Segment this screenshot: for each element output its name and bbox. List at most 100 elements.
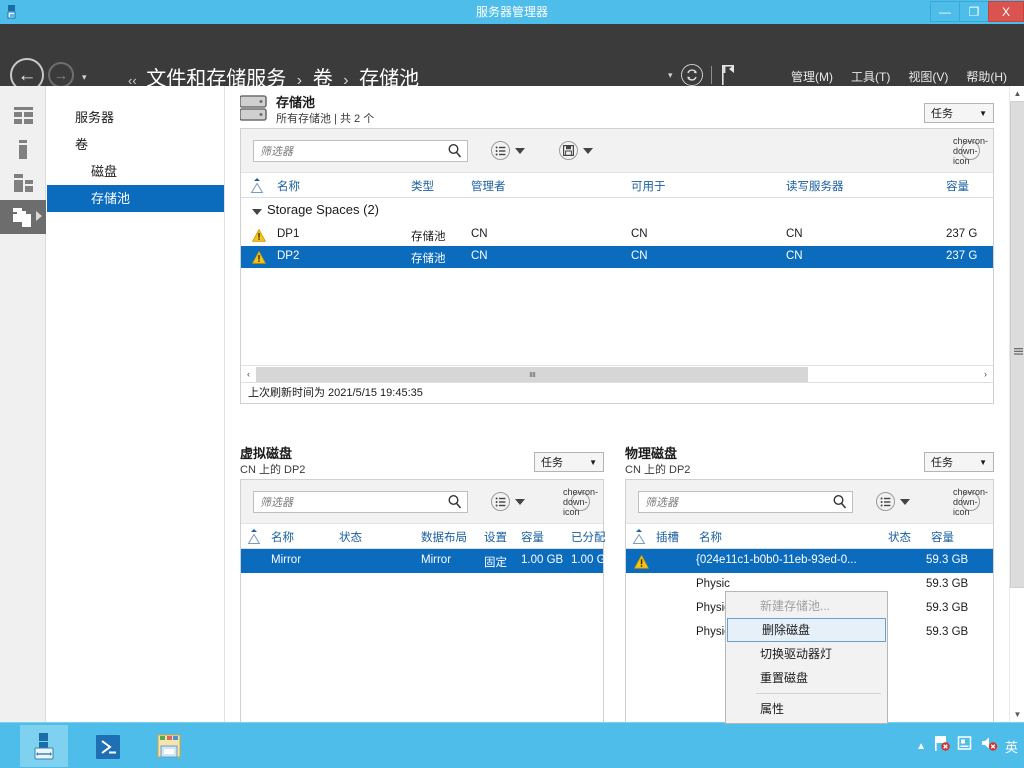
- col-vdisk-status[interactable]: 状态: [339, 529, 362, 545]
- col-vdisk-provisioning[interactable]: 设置: [484, 529, 507, 545]
- vdisk-view-caret-icon[interactable]: [515, 498, 525, 505]
- list-view-icon[interactable]: [491, 141, 510, 160]
- pools-view-caret-icon[interactable]: [515, 147, 525, 154]
- pools-table-header: 名称 类型 管理者 可用于 读写服务器 容量: [241, 173, 993, 198]
- col-pool-rw-server[interactable]: 读写服务器: [786, 178, 844, 194]
- save-query-icon[interactable]: [559, 141, 578, 160]
- pools-status-line: 上次刷新时间为 2021/5/15 19:45:35: [241, 382, 993, 403]
- warning-icon: [633, 554, 650, 569]
- forward-button[interactable]: →: [48, 62, 74, 88]
- cell-pool-rw-server: CN: [786, 228, 803, 240]
- context-menu-item-toggle-drive-light[interactable]: 切换驱动器灯: [726, 642, 887, 666]
- warning-sort-icon[interactable]: [250, 178, 264, 193]
- scroll-down-icon[interactable]: ▼: [1010, 707, 1024, 722]
- vdisk-collapse-icon[interactable]: chevron-down-icon: [563, 487, 598, 517]
- cell-vdisk-capacity: 1.00 GB: [521, 554, 564, 566]
- pools-tasks-label: 任务: [931, 108, 953, 120]
- pdisk-view-caret-icon[interactable]: [900, 498, 910, 505]
- col-pdisk-name[interactable]: 名称: [699, 529, 722, 545]
- history-dropdown-icon[interactable]: ▾: [82, 72, 87, 83]
- pdisk-tasks-button[interactable]: 任务 ▼: [924, 452, 994, 472]
- pools-save-caret-icon[interactable]: [583, 147, 593, 154]
- list-view-icon[interactable]: [491, 492, 510, 511]
- col-vdisk-name[interactable]: 名称: [271, 529, 294, 545]
- warning-sort-icon[interactable]: [632, 529, 646, 544]
- search-icon[interactable]: [446, 142, 464, 160]
- pdisk-collapse-icon[interactable]: chevron-down-icon: [953, 487, 988, 517]
- close-button[interactable]: X: [988, 1, 1024, 22]
- col-pdisk-slot[interactable]: 插槽: [656, 529, 679, 545]
- pools-group-row[interactable]: Storage Spaces (2): [241, 198, 993, 224]
- pools-horizontal-scrollbar[interactable]: ‹ ıııı ›: [241, 365, 993, 382]
- tray-expand-icon[interactable]: ▲: [916, 741, 926, 752]
- local-server-icon: [19, 139, 27, 159]
- warning-icon: [251, 228, 267, 242]
- flag-icon[interactable]: [720, 64, 738, 86]
- pdisk-filter-input[interactable]: 筛选器: [638, 491, 853, 513]
- volume-muted-icon[interactable]: [980, 735, 998, 757]
- pools-tasks-button[interactable]: 任务 ▼: [924, 103, 994, 123]
- col-pdisk-capacity[interactable]: 容量: [931, 529, 954, 545]
- scroll-thumb[interactable]: [1010, 101, 1024, 588]
- context-menu-item-reset-disk[interactable]: 重置磁盘: [726, 666, 887, 690]
- table-row[interactable]: DP1 存储池 CN CN CN 237 G: [241, 224, 993, 246]
- col-vdisk-allocated[interactable]: 已分配: [571, 529, 606, 545]
- pdisk-filter-bar: 筛选器 chevron-down-icon: [626, 480, 993, 524]
- search-icon[interactable]: [446, 493, 464, 511]
- network-error-icon[interactable]: [933, 735, 950, 757]
- ime-indicator[interactable]: 英: [1005, 737, 1018, 756]
- context-menu-item-remove-disk[interactable]: 删除磁盘: [727, 618, 886, 642]
- minimize-button[interactable]: —: [930, 1, 960, 22]
- vdisk-filter-input[interactable]: 筛选器: [253, 491, 468, 513]
- rail-item-dashboard[interactable]: [0, 98, 46, 132]
- sidebar-item-disks[interactable]: 磁盘: [47, 158, 224, 185]
- col-pool-manager[interactable]: 管理者: [471, 178, 506, 194]
- scroll-up-icon[interactable]: ▲: [1010, 86, 1024, 101]
- scroll-right-icon[interactable]: ›: [978, 367, 993, 382]
- navigation-bar: ← → ▾ ‹‹ 文件和存储服务 › 卷 › 存储池 ▾ 管理(M) 工具(T)…: [0, 24, 1024, 92]
- pools-filter-input[interactable]: 筛选器: [253, 140, 468, 162]
- file-storage-services-icon: [12, 207, 31, 227]
- list-view-icon[interactable]: [876, 492, 895, 511]
- scroll-track[interactable]: ıııı: [256, 366, 978, 382]
- server-manager-taskbar-icon: [34, 733, 54, 760]
- nav-caret-icon[interactable]: ▾: [668, 70, 673, 81]
- table-row[interactable]: {024e11c1-b0b0-11eb-93ed-0... 59.3 GB: [626, 549, 993, 573]
- refresh-icon[interactable]: [680, 64, 703, 86]
- col-pool-name[interactable]: 名称: [277, 178, 300, 194]
- taskbar: ▲ 英: [0, 722, 1024, 768]
- pools-collapse-icon[interactable]: chevron-down-icon: [953, 136, 988, 166]
- col-pool-capacity[interactable]: 容量: [946, 178, 969, 194]
- pdisk-tasks-label: 任务: [931, 457, 953, 469]
- vdisk-tasks-button[interactable]: 任务 ▼: [534, 452, 604, 472]
- col-pool-type[interactable]: 类型: [411, 178, 434, 194]
- action-center-icon[interactable]: [957, 735, 973, 757]
- cell-pdisk-name: Physic: [696, 578, 730, 590]
- content-vertical-scrollbar[interactable]: ▲ ▼: [1009, 86, 1024, 722]
- taskbar-server-manager-button[interactable]: [20, 725, 68, 767]
- sidebar-item-servers[interactable]: 服务器: [47, 104, 224, 131]
- table-row[interactable]: DP2 存储池 CN CN CN 237 G: [241, 246, 993, 268]
- maximize-button[interactable]: ❐: [959, 1, 989, 22]
- search-icon[interactable]: [831, 493, 849, 511]
- table-row[interactable]: Mirror Mirror 固定 1.00 GB 1.00 GB: [241, 549, 613, 573]
- warning-sort-icon[interactable]: [247, 529, 261, 544]
- scroll-thumb[interactable]: ıııı: [256, 366, 808, 382]
- taskbar-file-explorer-button[interactable]: [150, 729, 190, 765]
- context-menu-item-properties[interactable]: 属性: [726, 697, 887, 721]
- physical-disks-title: 物理磁盘: [625, 446, 678, 461]
- col-pool-available-to[interactable]: 可用于: [631, 178, 666, 194]
- taskbar-powershell-button[interactable]: [88, 729, 128, 765]
- sidebar-item-volumes[interactable]: 卷: [47, 131, 224, 158]
- rail-item-local-server[interactable]: [0, 132, 46, 166]
- col-pdisk-status[interactable]: 状态: [888, 529, 911, 545]
- col-vdisk-capacity[interactable]: 容量: [521, 529, 544, 545]
- scroll-left-icon[interactable]: ‹: [241, 367, 256, 382]
- dashboard-icon: [13, 106, 33, 124]
- group-collapse-icon[interactable]: [252, 209, 262, 215]
- rail-item-file-and-storage-services[interactable]: [0, 200, 46, 234]
- rail-expand-arrow-icon[interactable]: [36, 211, 42, 221]
- col-vdisk-layout[interactable]: 数据布局: [421, 529, 467, 545]
- sidebar-item-storage-pools[interactable]: 存储池: [47, 185, 224, 212]
- rail-item-all-servers[interactable]: [0, 166, 46, 200]
